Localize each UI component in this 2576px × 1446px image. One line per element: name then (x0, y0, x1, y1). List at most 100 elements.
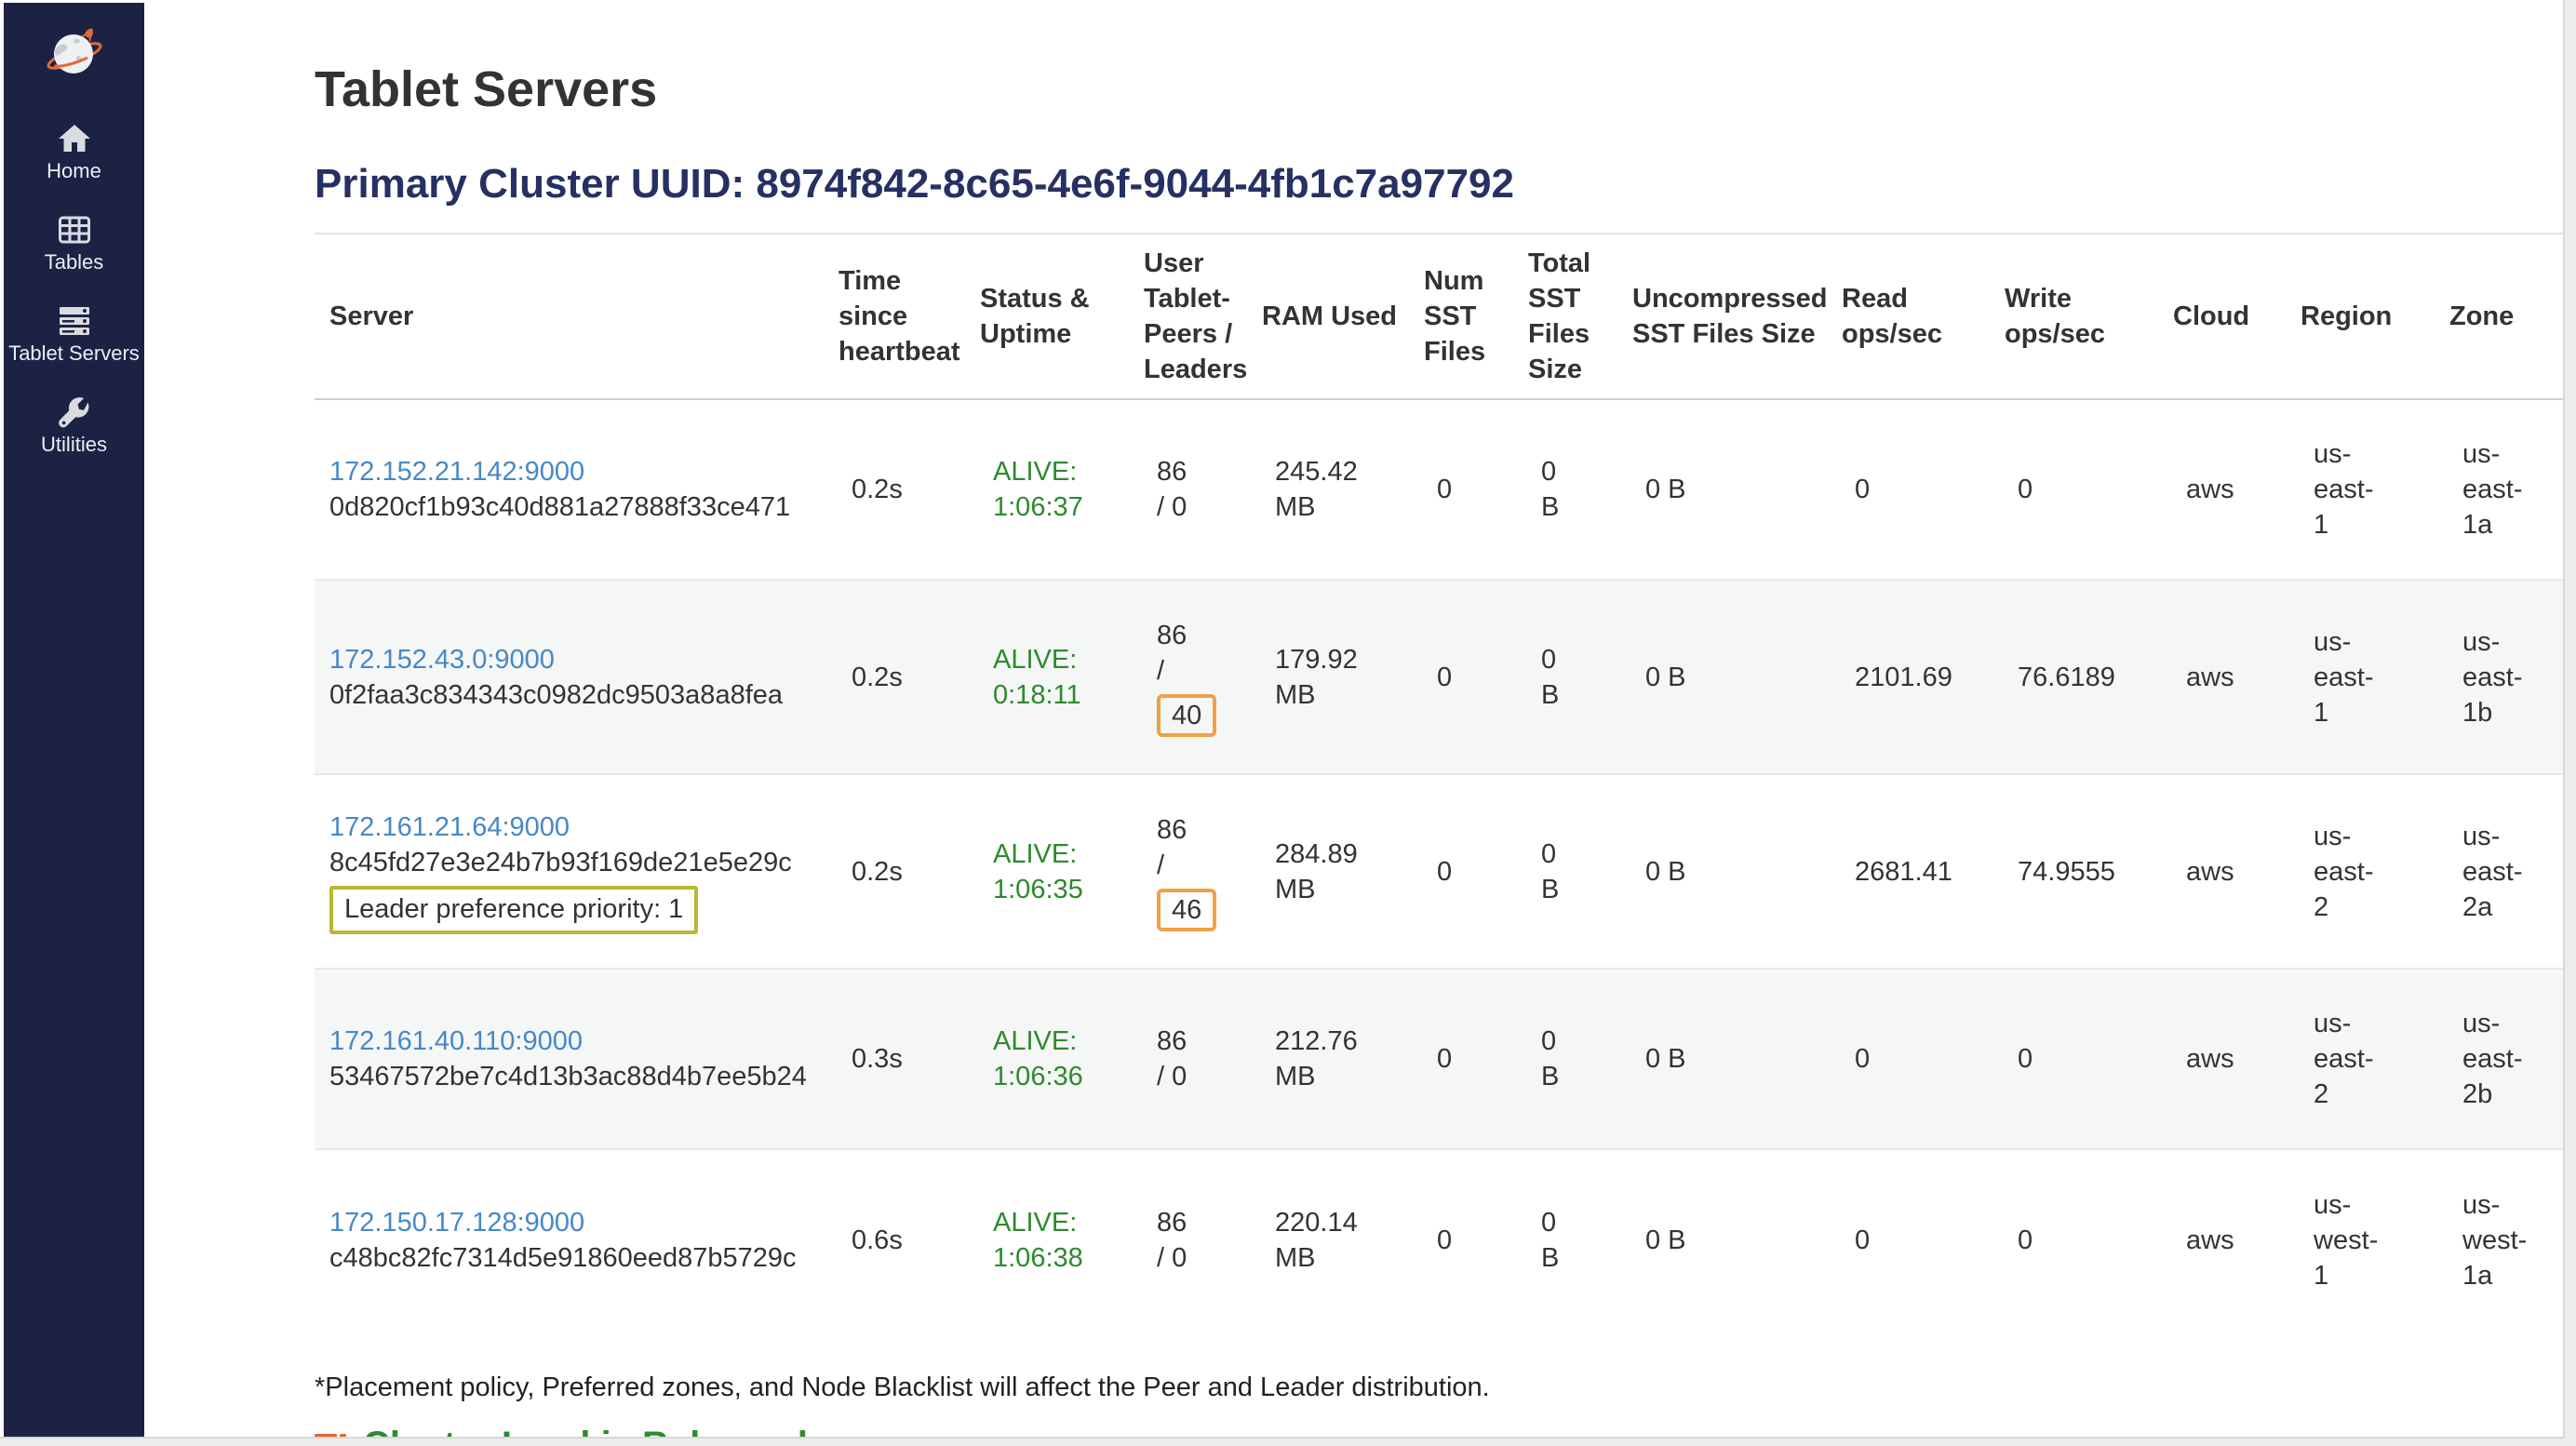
ram-cell: 245.42MB (1249, 399, 1411, 580)
peer-count: 86 (1157, 1205, 1236, 1240)
table-header: ServerTime since heartbeatStatus & Uptim… (315, 234, 2564, 399)
zone-cell: us-east-2b (2436, 969, 2564, 1149)
region-cell: us-east-2 (2288, 774, 2436, 969)
server-uuid: 0d820cf1b93c40d881a27888f33ce471 (329, 489, 812, 525)
server-uuid: 53467572be7c4d13b3ac88d4b7ee5b24 (329, 1059, 812, 1094)
primary-cluster-uuid-heading: Primary Cluster UUID: 8974f842-8c65-4e6f… (315, 160, 2563, 208)
sidebar-item-home[interactable]: Home (4, 120, 144, 183)
sidebar-nav: Home Tables Tablet Servers Utilities (4, 120, 144, 457)
zone-cell: us-east-1a (2436, 399, 2564, 580)
sidebar-item-label: Tablet Servers (4, 341, 144, 366)
heartbeat-cell: 0.2s (825, 399, 967, 580)
yugabyte-logo-icon[interactable] (46, 25, 103, 83)
region-cell: us-west-1 (2288, 1149, 2436, 1330)
cluster-load-label: Cluster Load is Balanced (363, 1425, 808, 1439)
column-header: Time since heartbeat (825, 234, 967, 399)
server-cell: 172.152.43.0:90000f2faa3c834343c0982dc95… (315, 580, 825, 774)
server-cell: 172.161.40.110:900053467572be7c4d13b3ac8… (315, 969, 825, 1149)
cloud-cell: aws (2160, 774, 2288, 969)
peers-cell: 86/46 (1131, 774, 1249, 969)
status-alive: ALIVE: (993, 642, 1118, 677)
write-ops-cell: 0 (1992, 969, 2160, 1149)
cloud-cell: aws (2160, 1149, 2288, 1330)
total-sst-cell: 0B (1515, 1149, 1619, 1330)
sidebar: Home Tables Tablet Servers Utilities (4, 3, 144, 1437)
tablet-servers-table: ServerTime since heartbeatStatus & Uptim… (315, 233, 2564, 1330)
ram-cell: 212.76MB (1249, 969, 1411, 1149)
peers-cell: 86/40 (1131, 580, 1249, 774)
cloud-cell: aws (2160, 399, 2288, 580)
column-header: RAM Used (1249, 234, 1411, 399)
sidebar-item-tablet-servers[interactable]: Tablet Servers (4, 302, 144, 366)
column-header: Cloud (2160, 234, 2288, 399)
heartbeat-cell: 0.6s (825, 1149, 967, 1330)
uncompressed-sst-cell: 0 B (1619, 580, 1829, 774)
write-ops-cell: 0 (1992, 399, 2160, 580)
server-uuid: 0f2faa3c834343c0982dc9503a8a8fea (329, 677, 812, 713)
heartbeat-cell: 0.2s (825, 774, 967, 969)
read-ops-cell: 2101.69 (1829, 580, 1992, 774)
tables-icon (56, 211, 93, 248)
status-cell: ALIVE:0:18:11 (967, 580, 1131, 774)
sidebar-item-tables[interactable]: Tables (4, 211, 144, 274)
read-ops-cell: 2681.41 (1829, 774, 1992, 969)
num-sst-cell: 0 (1411, 969, 1515, 1149)
sidebar-item-label: Home (4, 159, 144, 183)
leaders-highlight-box: 40 (1157, 694, 1216, 737)
uptime: 1:06:37 (993, 489, 1118, 525)
table-row: 172.161.40.110:900053467572be7c4d13b3ac8… (315, 969, 2564, 1149)
zone-cell: us-east-1b (2436, 580, 2564, 774)
write-ops-cell: 74.9555 (1992, 774, 2160, 969)
peer-count: 86 (1157, 618, 1236, 653)
status-cell: ALIVE:1:06:35 (967, 774, 1131, 969)
server-link[interactable]: 172.161.40.110:9000 (329, 1026, 583, 1056)
uptime: 1:06:35 (993, 872, 1118, 907)
total-sst-cell: 0B (1515, 774, 1619, 969)
sidebar-item-utilities[interactable]: Utilities (4, 394, 144, 457)
sidebar-item-label: Tables (4, 250, 144, 274)
status-cell: ALIVE:1:06:36 (967, 969, 1131, 1149)
total-sst-cell: 0B (1515, 580, 1619, 774)
peer-count: 86 (1157, 454, 1236, 489)
zone-cell: us-west-1a (2436, 1149, 2564, 1330)
cloud-cell: aws (2160, 580, 2288, 774)
status-alive: ALIVE: (993, 1205, 1118, 1240)
num-sst-cell: 0 (1411, 1149, 1515, 1330)
write-ops-cell: 0 (1992, 1149, 2160, 1330)
peer-count: 86 (1157, 1024, 1236, 1059)
uncompressed-sst-cell: 0 B (1619, 969, 1829, 1149)
num-sst-cell: 0 (1411, 399, 1515, 580)
server-link[interactable]: 172.152.21.142:9000 (329, 457, 584, 487)
column-header: Status & Uptime (967, 234, 1131, 399)
tablet-servers-icon (56, 302, 93, 340)
table-row: 172.152.21.142:90000d820cf1b93c40d881a27… (315, 399, 2564, 580)
home-icon (56, 120, 93, 157)
cloud-cell: aws (2160, 969, 2288, 1149)
cluster-load-banner[interactable]: Cluster Load is Balanced (315, 1425, 2563, 1439)
server-link[interactable]: 172.152.43.0:9000 (329, 645, 555, 675)
peers-cell: 86/ 0 (1131, 969, 1249, 1149)
uncompressed-sst-cell: 0 B (1619, 774, 1829, 969)
table-row: 172.152.43.0:90000f2faa3c834343c0982dc95… (315, 580, 2564, 774)
page-title: Tablet Servers (315, 60, 2563, 119)
uptime: 0:18:11 (993, 677, 1118, 713)
column-header: User Tablet-Peers / Leaders (1131, 234, 1249, 399)
placement-footnote: *Placement policy, Preferred zones, and … (315, 1371, 2563, 1404)
ram-cell: 284.89MB (1249, 774, 1411, 969)
num-sst-cell: 0 (1411, 580, 1515, 774)
column-header: Uncompressed SST Files Size (1619, 234, 1829, 399)
region-cell: us-east-1 (2288, 399, 2436, 580)
table-row: 172.150.17.128:9000c48bc82fc7314d5e91860… (315, 1149, 2564, 1330)
table-body: 172.152.21.142:90000d820cf1b93c40d881a27… (315, 399, 2564, 1330)
ram-cell: 179.92MB (1249, 580, 1411, 774)
server-link[interactable]: 172.161.21.64:9000 (329, 812, 570, 842)
num-sst-cell: 0 (1411, 774, 1515, 969)
region-cell: us-east-1 (2288, 580, 2436, 774)
server-cell: 172.150.17.128:9000c48bc82fc7314d5e91860… (315, 1149, 825, 1330)
server-link[interactable]: 172.150.17.128:9000 (329, 1208, 584, 1238)
read-ops-cell: 0 (1829, 1149, 1992, 1330)
uptime: 1:06:36 (993, 1059, 1118, 1094)
write-ops-cell: 76.6189 (1992, 580, 2160, 774)
leader-count: / 0 (1157, 1059, 1236, 1094)
column-header: Server (315, 234, 825, 399)
